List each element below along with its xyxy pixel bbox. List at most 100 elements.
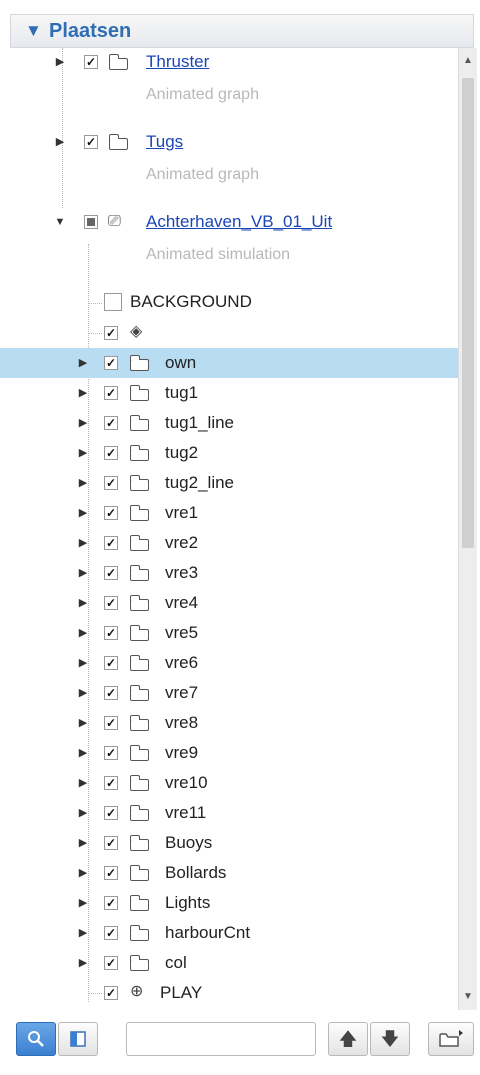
item-checkbox[interactable]: ✓ (104, 686, 118, 700)
expand-right-icon[interactable]: ▶ (76, 476, 90, 490)
tree-item-vre9[interactable]: ▶ ✓ vre9 (0, 738, 458, 768)
layer-row[interactable]: ▶ ✓ Thruster (0, 48, 458, 78)
item-checkbox[interactable]: ✓ (104, 746, 118, 760)
play-row[interactable]: ✓ ⊕ PLAY (0, 978, 458, 1008)
expand-right-icon[interactable]: ▶ (53, 135, 67, 149)
item-checkbox[interactable]: ✓ (104, 596, 118, 610)
panel-toggle-button[interactable] (58, 1022, 98, 1056)
item-checkbox[interactable]: ✓ (104, 386, 118, 400)
item-checkbox[interactable]: ✓ (104, 716, 118, 730)
expand-down-icon[interactable]: ▼ (53, 215, 67, 229)
expand-right-icon[interactable]: ▶ (76, 836, 90, 850)
tree-item-Buoys[interactable]: ▶ ✓ Buoys (0, 828, 458, 858)
tree-item-harbourCnt[interactable]: ▶ ✓ harbourCnt (0, 918, 458, 948)
expand-right-icon[interactable]: ▶ (76, 896, 90, 910)
layer-stack-checkbox[interactable]: ✓ (104, 326, 118, 340)
item-checkbox[interactable]: ✓ (104, 356, 118, 370)
tree-item-Lights[interactable]: ▶ ✓ Lights (0, 888, 458, 918)
expand-right-icon[interactable]: ▶ (76, 626, 90, 640)
tree-item-vre11[interactable]: ▶ ✓ vre11 (0, 798, 458, 828)
item-checkbox[interactable]: ✓ (104, 506, 118, 520)
places-panel-header[interactable]: ▼ Plaatsen (10, 14, 474, 48)
tree-item-vre10[interactable]: ▶ ✓ vre10 (0, 768, 458, 798)
item-checkbox[interactable]: ✓ (104, 566, 118, 580)
background-label: BACKGROUND (130, 292, 252, 311)
expand-right-icon[interactable]: ▶ (76, 386, 90, 400)
expand-right-icon[interactable]: ▶ (76, 746, 90, 760)
layer-checkbox[interactable]: ✓ (84, 55, 98, 69)
search-input[interactable] (126, 1022, 316, 1056)
move-up-button[interactable]: 🡅 (328, 1022, 368, 1056)
tree-item-vre6[interactable]: ▶ ✓ vre6 (0, 648, 458, 678)
layer-checkbox[interactable]: ✓ (84, 135, 98, 149)
item-label: col (165, 953, 187, 972)
layer-row[interactable]: ▶ ✓ Tugs (0, 128, 458, 158)
play-checkbox[interactable]: ✓ (104, 986, 118, 1000)
layer-row[interactable]: ▼ ⎚ Achterhaven_VB_01_Uit (0, 208, 458, 238)
tree-item-own[interactable]: ▶ ✓ own (0, 348, 458, 378)
item-checkbox[interactable]: ✓ (104, 836, 118, 850)
item-checkbox[interactable]: ✓ (104, 626, 118, 640)
triangle-down-icon[interactable]: ▼ (25, 21, 42, 41)
expand-right-icon[interactable]: ▶ (76, 716, 90, 730)
tree-item-tug1[interactable]: ▶ ✓ tug1 (0, 378, 458, 408)
item-label: vre7 (165, 683, 199, 702)
expand-right-icon[interactable]: ▶ (76, 776, 90, 790)
tree-item-tug1_line[interactable]: ▶ ✓ tug1_line (0, 408, 458, 438)
expand-right-icon[interactable]: ▶ (76, 596, 90, 610)
expand-right-icon[interactable]: ▶ (76, 866, 90, 880)
search-toggle-button[interactable] (16, 1022, 56, 1056)
item-checkbox[interactable]: ✓ (104, 416, 118, 430)
item-label: vre11 (165, 803, 207, 822)
tree-item-vre2[interactable]: ▶ ✓ vre2 (0, 528, 458, 558)
expand-right-icon[interactable]: ▶ (76, 956, 90, 970)
layer-checkbox[interactable] (84, 215, 98, 229)
arrow-up-icon: 🡅 (338, 1029, 358, 1049)
layer-label[interactable]: Achterhaven_VB_01_Uit (146, 212, 332, 232)
item-checkbox[interactable]: ✓ (104, 866, 118, 880)
scrollbar-thumb[interactable] (462, 78, 474, 548)
expand-right-icon[interactable]: ▶ (76, 446, 90, 460)
background-checkbox[interactable] (104, 293, 122, 311)
item-checkbox[interactable]: ✓ (104, 536, 118, 550)
item-checkbox[interactable]: ✓ (104, 446, 118, 460)
tree-item-col[interactable]: ▶ ✓ col (0, 948, 458, 978)
tree-item-tug2_line[interactable]: ▶ ✓ tug2_line (0, 468, 458, 498)
expand-right-icon[interactable]: ▶ (76, 806, 90, 820)
background-row[interactable]: BACKGROUND (0, 288, 458, 318)
item-checkbox[interactable]: ✓ (104, 896, 118, 910)
layer-label[interactable]: Thruster (146, 52, 209, 72)
expand-right-icon[interactable]: ▶ (76, 356, 90, 370)
item-checkbox[interactable]: ✓ (104, 776, 118, 790)
item-checkbox[interactable]: ✓ (104, 806, 118, 820)
expand-right-icon[interactable]: ▶ (76, 506, 90, 520)
tree-item-vre5[interactable]: ▶ ✓ vre5 (0, 618, 458, 648)
tree-scrollbar[interactable]: ▲ ▼ (458, 48, 477, 1010)
item-checkbox[interactable]: ✓ (104, 956, 118, 970)
expand-right-icon[interactable]: ▶ (53, 55, 67, 69)
item-checkbox[interactable]: ✓ (104, 476, 118, 490)
places-tree[interactable]: ▶ ✓ Thruster Animated graph ▶ ✓ Tugs Animated g… (0, 48, 458, 1010)
expand-right-icon[interactable]: ▶ (76, 566, 90, 580)
scroll-up-arrow-icon[interactable]: ▲ (459, 52, 477, 70)
tree-item-Bollards[interactable]: ▶ ✓ Bollards (0, 858, 458, 888)
expand-right-icon[interactable]: ▶ (76, 656, 90, 670)
folder-icon (129, 415, 149, 431)
item-checkbox[interactable]: ✓ (104, 656, 118, 670)
scroll-down-arrow-icon[interactable]: ▼ (459, 988, 477, 1006)
expand-right-icon[interactable]: ▶ (76, 686, 90, 700)
expand-right-icon[interactable]: ▶ (76, 416, 90, 430)
tree-item-tug2[interactable]: ▶ ✓ tug2 (0, 438, 458, 468)
tree-item-vre4[interactable]: ▶ ✓ vre4 (0, 588, 458, 618)
layer-stack-row[interactable]: ✓ ◈ (0, 318, 458, 348)
move-down-button[interactable]: 🡇 (370, 1022, 410, 1056)
expand-right-icon[interactable]: ▶ (76, 536, 90, 550)
expand-right-icon[interactable]: ▶ (76, 926, 90, 940)
new-folder-button[interactable] (428, 1022, 474, 1056)
tree-item-vre8[interactable]: ▶ ✓ vre8 (0, 708, 458, 738)
tree-item-vre7[interactable]: ▶ ✓ vre7 (0, 678, 458, 708)
item-checkbox[interactable]: ✓ (104, 926, 118, 940)
layer-label[interactable]: Tugs (146, 132, 183, 152)
tree-item-vre1[interactable]: ▶ ✓ vre1 (0, 498, 458, 528)
tree-item-vre3[interactable]: ▶ ✓ vre3 (0, 558, 458, 588)
